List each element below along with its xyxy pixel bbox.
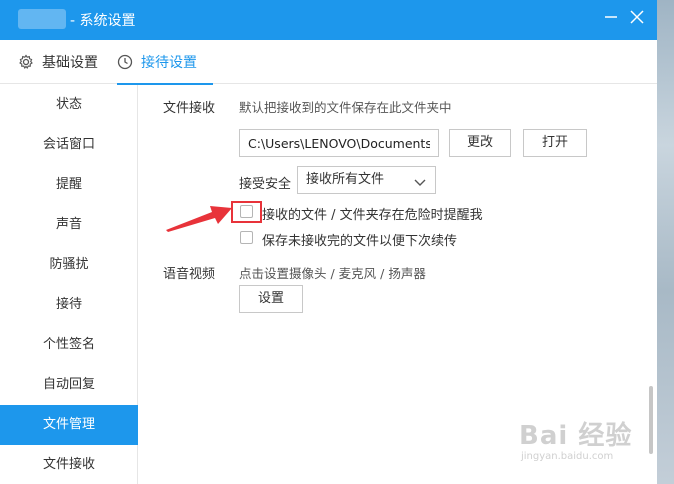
clock-icon	[117, 54, 133, 70]
close-icon[interactable]	[626, 8, 648, 30]
sidebar-item-chat-window[interactable]: 会话窗口	[0, 125, 138, 165]
watermark-logo-text: Bai 经验	[519, 421, 633, 451]
sidebar-item-signature[interactable]: 个性签名	[0, 325, 138, 365]
voice-video-description: 点击设置摄像头 / 麦克风 / 扬声器	[239, 266, 426, 281]
tab-reception-settings[interactable]: 接待设置	[117, 40, 213, 85]
security-select[interactable]: 接收所有文件	[297, 166, 436, 194]
tab-basic-settings-label: 基础设置	[42, 55, 98, 71]
blurred-username	[18, 9, 66, 29]
file-receive-description: 默认把接收到的文件保存在此文件夹中	[239, 100, 452, 115]
security-select-value: 接收所有文件	[306, 172, 385, 187]
window-title: - 系统设置	[70, 13, 136, 29]
settings-window: - 系统设置 基础设置 接待设置 状态 会话窗口 提醒 声音 防骚扰 接待 个性…	[0, 0, 657, 484]
sidebar-item-reminder[interactable]: 提醒	[0, 165, 138, 205]
tab-reception-settings-label: 接待设置	[141, 55, 197, 71]
download-path-input[interactable]	[239, 129, 439, 157]
gear-icon	[18, 54, 34, 70]
sidebar-item-file-management[interactable]: 文件管理	[0, 405, 138, 445]
sidebar-item-file-receive[interactable]: 文件接收	[0, 445, 138, 484]
resume-transfer-label: 保存未接收完的文件以便下次续传	[262, 234, 458, 249]
resume-transfer-checkbox[interactable]	[240, 231, 253, 244]
content-scrollbar[interactable]	[649, 386, 653, 454]
sidebar-item-anti-harassment[interactable]: 防骚扰	[0, 245, 138, 285]
sidebar-item-status[interactable]: 状态	[0, 85, 138, 125]
change-path-button[interactable]: 更改	[449, 129, 511, 157]
danger-warning-label: 接收的文件 / 文件夹存在危险时提醒我	[262, 208, 483, 223]
sidebar-item-auto-reply[interactable]: 自动回复	[0, 365, 138, 405]
sidebar-item-reception[interactable]: 接待	[0, 285, 138, 325]
chevron-down-icon	[413, 173, 427, 187]
settings-sidebar: 状态 会话窗口 提醒 声音 防骚扰 接待 个性签名 自动回复 文件管理 文件接收	[0, 85, 138, 484]
minimize-icon[interactable]	[600, 8, 622, 30]
baidu-watermark: Bai 经验 jingyan.baidu.com	[517, 411, 642, 466]
settings-tab-bar: 基础设置 接待设置	[0, 40, 657, 85]
voice-video-settings-button[interactable]: 设置	[239, 285, 303, 313]
open-folder-button[interactable]: 打开	[523, 129, 587, 157]
red-highlight-box	[231, 201, 262, 223]
tab-basic-settings[interactable]: 基础设置	[18, 40, 102, 84]
voice-video-section-label: 语音视频	[163, 267, 216, 282]
red-arrow-annotation	[166, 206, 232, 232]
security-label: 接受安全	[239, 177, 292, 192]
watermark-url: jingyan.baidu.com	[521, 451, 614, 462]
file-receive-section-label: 文件接收	[163, 101, 216, 116]
desktop-background	[657, 0, 674, 484]
sidebar-item-sound[interactable]: 声音	[0, 205, 138, 245]
title-bar: - 系统设置	[0, 0, 657, 40]
